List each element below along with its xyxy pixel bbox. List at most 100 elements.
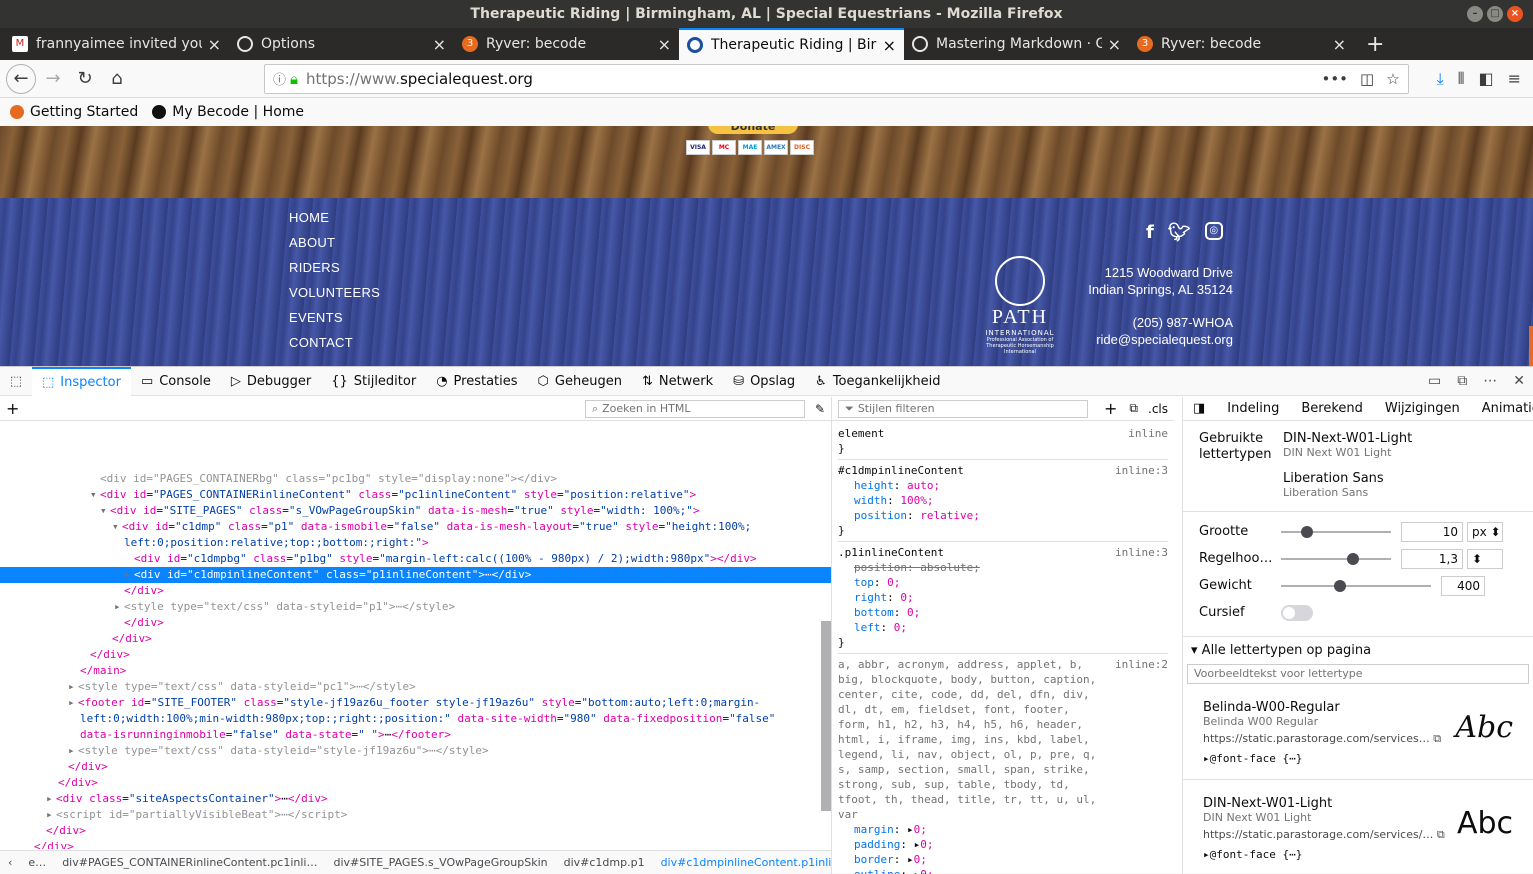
rule-source[interactable]: inline:3 (1115, 463, 1168, 478)
more-options-icon[interactable]: ⋯ (1483, 373, 1497, 389)
rule-selector[interactable]: a, abbr, acronym, address, applet, b, bi… (838, 657, 1109, 822)
toggle-sidebar-icon[interactable]: ◨ (1193, 401, 1205, 416)
tab-close-icon[interactable]: × (1108, 35, 1121, 54)
devtools-tab-console[interactable]: ▭ Console (131, 367, 221, 396)
footer-nav-riders[interactable]: RIDERS (289, 260, 380, 277)
sample-text-input[interactable]: Voorbeeldtekst voor lettertype (1187, 664, 1529, 684)
css-declaration[interactable]: position: absolute; (838, 560, 1168, 575)
css-declaration[interactable]: border: ▸0; (838, 852, 1168, 867)
css-declaration[interactable]: left: 0; (838, 620, 1168, 635)
url-text[interactable]: https://www.specialequest.org (306, 70, 1309, 88)
markup-node[interactable]: ▾ <div id="PAGES_CONTAINERinlineContent" … (0, 487, 831, 503)
copy-icon[interactable]: ⧉ (1433, 828, 1445, 841)
sidebar-tab-animaties[interactable]: Animaties (1482, 401, 1533, 416)
browser-tab[interactable]: Mfrannyaimee invited you × (4, 28, 229, 60)
css-declaration[interactable]: position: relative; (838, 508, 1168, 523)
tab-close-icon[interactable]: × (658, 35, 671, 54)
devtools-tab-inspector[interactable]: ⬚ Inspector (32, 366, 131, 396)
element-picker-icon[interactable]: ⬚ (0, 374, 32, 389)
copy-icon[interactable]: ⧉ (1430, 732, 1441, 745)
breadcrumb-item[interactable]: div#c1dmpinlineContent.p1inlineContent (661, 856, 831, 869)
css-declaration[interactable]: width: 100%; (838, 493, 1168, 508)
markup-scrollbar[interactable] (821, 621, 831, 811)
browser-tab[interactable]: Mastering Markdown · G × (904, 28, 1129, 60)
donate-button[interactable]: Donate (708, 126, 798, 134)
footer-nav-contact[interactable]: CONTACT (289, 335, 380, 352)
add-node-icon[interactable]: + (6, 399, 19, 418)
size-input[interactable]: 10 (1401, 521, 1463, 542)
new-tab-button[interactable]: + (1354, 28, 1396, 60)
markup-node[interactable]: </div> (0, 647, 831, 663)
add-rule-icon[interactable]: + (1104, 399, 1117, 418)
markup-node[interactable]: ▾ <div id="c1dmp" class="p1" data-ismobil… (0, 519, 831, 535)
rule-selector[interactable]: element (838, 426, 884, 441)
line-height-input[interactable]: 1,3 (1401, 548, 1463, 569)
devtools-tab-prestaties[interactable]: ◔ Prestaties (426, 367, 527, 396)
markup-node[interactable]: </div> (0, 775, 831, 791)
eyedropper-icon[interactable]: ✎ (815, 402, 825, 416)
responsive-mode-icon[interactable]: ▭ (1428, 373, 1441, 389)
devtools-tab-toegankelijkheid[interactable]: ♿︎ Toegankelijkheid (805, 367, 950, 396)
tab-close-icon[interactable]: × (883, 36, 896, 55)
browser-tab[interactable]: Options × (229, 28, 454, 60)
bookmark-my-becode[interactable]: My Becode | Home (152, 104, 304, 120)
markup-node[interactable]: </div> (0, 631, 831, 647)
rule-selector[interactable]: #c1dmpinlineContent (838, 463, 964, 478)
slider-thumb[interactable] (1347, 552, 1359, 565)
markup-node[interactable]: ▾ <div id="SITE_PAGES" class="s_VOwPageGr… (0, 503, 831, 519)
devtools-tab-geheugen[interactable]: ⬡ Geheugen (528, 367, 632, 396)
breadcrumb-item[interactable]: e… (28, 856, 46, 869)
menu-icon[interactable]: ≡ (1508, 69, 1521, 89)
size-unit-select[interactable]: px ⬍ (1467, 521, 1503, 542)
size-slider[interactable] (1281, 525, 1391, 538)
tab-close-icon[interactable]: × (433, 35, 446, 54)
forward-button[interactable]: → (38, 64, 68, 94)
css-declaration[interactable]: right: 0; (838, 590, 1168, 605)
browser-tab[interactable]: Therapeutic Riding | Birm × (679, 28, 904, 60)
minimize-button[interactable]: – (1467, 6, 1483, 22)
slider-thumb[interactable] (1333, 579, 1346, 592)
phone-number[interactable]: (205) 987-WHOA (1088, 314, 1233, 331)
footer-nav-volunteers[interactable]: VOLUNTEERS (289, 285, 380, 302)
bookmark-star-icon[interactable]: ☆ (1386, 70, 1399, 88)
breadcrumb-prev-icon[interactable]: ‹ (8, 856, 12, 869)
markup-node[interactable]: ▸ <footer id="SITE_FOOTER" class="style-j… (0, 695, 831, 711)
tab-close-icon[interactable]: × (208, 35, 221, 54)
browser-tab[interactable]: 3 Ryver: becode × (1129, 28, 1354, 60)
rule-source[interactable]: inline:3 (1115, 545, 1168, 560)
css-declaration[interactable]: top: 0; (838, 575, 1168, 590)
markup-node[interactable]: data-isrunninginmobile="false" data-stat… (0, 727, 831, 743)
sidebar-tab-wijzigingen[interactable]: Wijzigingen (1385, 401, 1460, 416)
css-declaration[interactable]: height: auto; (838, 478, 1168, 493)
font-face-toggle[interactable]: ▸@font-face {⋯} (1203, 752, 1513, 765)
home-button[interactable]: ⌂ (102, 64, 132, 94)
css-declaration[interactable]: bottom: 0; (838, 605, 1168, 620)
font-url-text[interactable]: https://static.parastorage.com/services… (1203, 732, 1430, 745)
maximize-button[interactable]: □ (1487, 6, 1503, 22)
close-devtools-icon[interactable]: ✕ (1513, 373, 1525, 389)
sidebar-tab-berekend[interactable]: Berekend (1301, 401, 1363, 416)
markup-node[interactable]: left:0;width:100%;min-width:980px;top:;r… (0, 711, 831, 727)
pocket-icon[interactable]: ◫ (1360, 70, 1374, 88)
all-fonts-header[interactable]: ▾ Alle lettertypen op pagina (1183, 636, 1533, 664)
breadcrumb-item[interactable]: div#PAGES_CONTAINERinlineContent.pc1inli… (62, 856, 317, 869)
rule-source[interactable]: inline (1128, 426, 1168, 441)
markup-node[interactable]: ▸ <style type="text/css" data-styleid="p1… (0, 599, 831, 615)
weight-slider[interactable] (1281, 579, 1431, 592)
devtools-tab-debugger[interactable]: ▷ Debugger (221, 367, 321, 396)
close-window-button[interactable]: × (1507, 6, 1523, 22)
slider-thumb[interactable] (1300, 525, 1313, 538)
font-face-toggle[interactable]: ▸@font-face {⋯} (1203, 848, 1513, 861)
breadcrumb-item[interactable]: div#SITE_PAGES.s_VOwPageGroupSkin (334, 856, 548, 869)
css-declaration[interactable]: margin: ▸0; (838, 822, 1168, 837)
markup-node[interactable]: <div id="PAGES_CONTAINERbg" class="pc1bg… (0, 471, 831, 487)
back-button[interactable]: ← (6, 63, 36, 94)
markup-node[interactable]: ▸ <script id="partiallyVisibleBeat">⋯</sc… (0, 807, 831, 823)
html-search-input[interactable]: ⌕ Zoeken in HTML (584, 399, 805, 418)
toggle-pseudo-icon[interactable]: ⧉ (1129, 401, 1138, 416)
markup-node[interactable]: </div> (0, 759, 831, 775)
footer-nav-events[interactable]: EVENTS (289, 310, 380, 327)
cls-toggle[interactable]: .cls (1148, 402, 1168, 416)
selected-node[interactable]: ▸ <div id="c1dmpinlineContent" class="p1i… (0, 567, 831, 583)
markup-node[interactable]: <div id="c1dmpbg" class="p1bg" style="ma… (0, 551, 831, 567)
